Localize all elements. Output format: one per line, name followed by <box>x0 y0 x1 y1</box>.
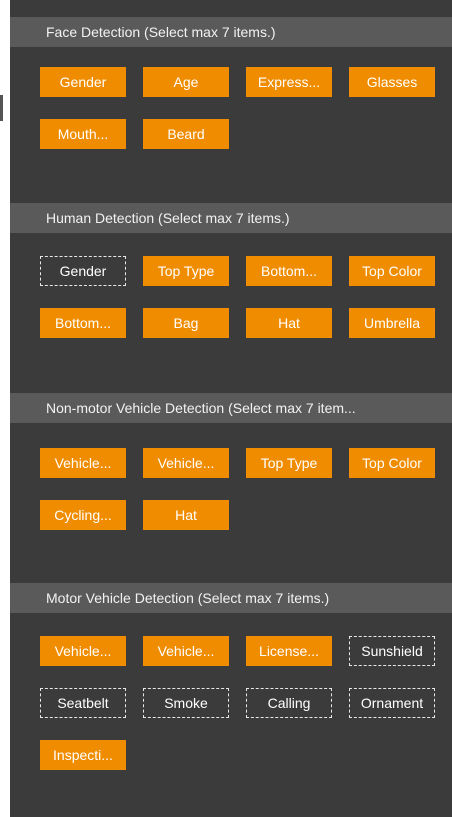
chip-face-expression[interactable]: Express... <box>246 67 332 97</box>
chip-motor-ornament[interactable]: Ornament <box>349 688 435 718</box>
chip-human-umbrella[interactable]: Umbrella <box>349 308 435 338</box>
chip-face-beard[interactable]: Beard <box>143 119 229 149</box>
chip-motor-calling[interactable]: Calling <box>246 688 332 718</box>
chip-nonmotor-cycling[interactable]: Cycling... <box>40 500 126 530</box>
chip-motor-license[interactable]: License... <box>246 636 332 666</box>
chip-motor-inspection[interactable]: Inspecti... <box>40 740 126 770</box>
chip-nonmotor-vehicle-color[interactable]: Vehicle... <box>143 448 229 478</box>
chip-human-top-color[interactable]: Top Color <box>349 256 435 286</box>
chip-human-top-type[interactable]: Top Type <box>143 256 229 286</box>
section-header-human: Human Detection (Select max 7 items.) <box>10 203 452 233</box>
attribute-panel: Face Detection (Select max 7 items.) Gen… <box>10 0 452 817</box>
chip-face-age[interactable]: Age <box>143 67 229 97</box>
chip-human-bag[interactable]: Bag <box>143 308 229 338</box>
chip-motor-seatbelt[interactable]: Seatbelt <box>40 688 126 718</box>
section-header-face: Face Detection (Select max 7 items.) <box>10 17 452 47</box>
chip-face-gender[interactable]: Gender <box>40 67 126 97</box>
chip-nonmotor-top-color[interactable]: Top Color <box>349 448 435 478</box>
chip-motor-sunshield[interactable]: Sunshield <box>349 636 435 666</box>
chip-human-gender[interactable]: Gender <box>40 256 126 286</box>
panel-edge-marker <box>0 95 3 121</box>
section-header-non-motor: Non-motor Vehicle Detection (Select max … <box>10 393 452 423</box>
chip-human-bottom-type[interactable]: Bottom... <box>246 256 332 286</box>
chip-human-hat[interactable]: Hat <box>246 308 332 338</box>
chip-nonmotor-top-type[interactable]: Top Type <box>246 448 332 478</box>
chip-nonmotor-vehicle-type[interactable]: Vehicle... <box>40 448 126 478</box>
chip-human-bottom-color[interactable]: Bottom... <box>40 308 126 338</box>
chip-face-glasses[interactable]: Glasses <box>349 67 435 97</box>
chip-face-mouth[interactable]: Mouth... <box>40 119 126 149</box>
chip-nonmotor-hat[interactable]: Hat <box>143 500 229 530</box>
chip-motor-vehicle-color[interactable]: Vehicle... <box>143 636 229 666</box>
chip-motor-vehicle-type[interactable]: Vehicle... <box>40 636 126 666</box>
chip-motor-smoke[interactable]: Smoke <box>143 688 229 718</box>
section-header-motor: Motor Vehicle Detection (Select max 7 it… <box>10 583 452 613</box>
